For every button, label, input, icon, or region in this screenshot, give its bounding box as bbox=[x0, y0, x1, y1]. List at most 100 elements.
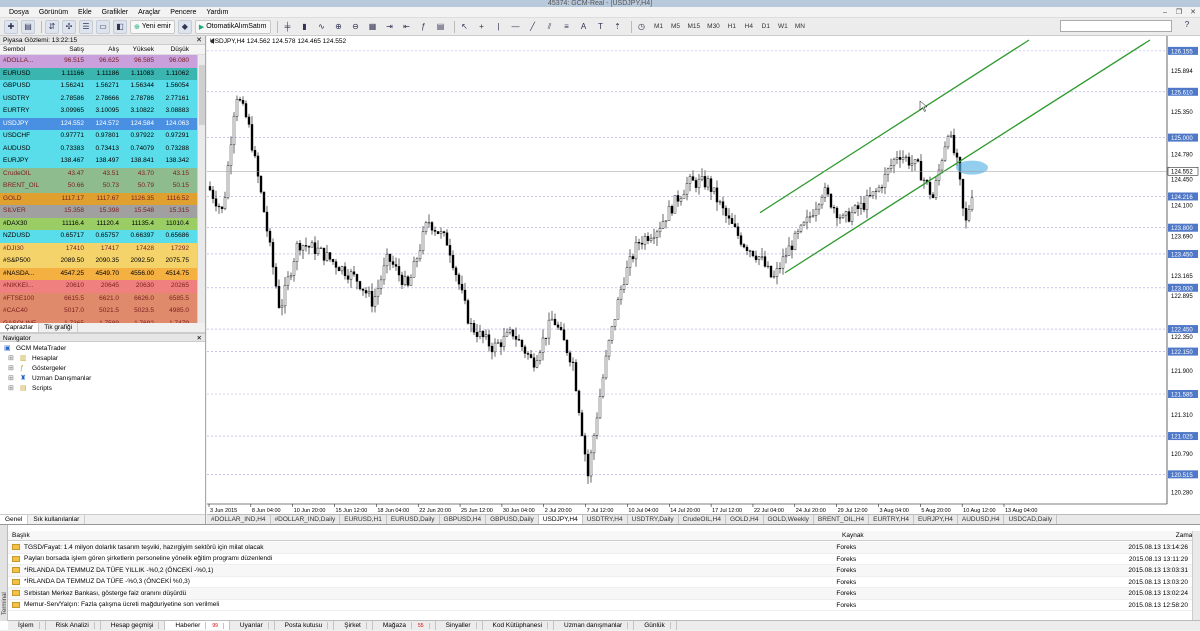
vertical-line-icon[interactable]: | bbox=[492, 20, 506, 34]
chart-tab[interactable]: GOLD,H4 bbox=[726, 515, 764, 524]
terminal-tab[interactable]: İşlem bbox=[8, 621, 46, 630]
help-icon[interactable]: ? bbox=[1180, 20, 1194, 32]
chart-tab[interactable]: BRENT_OIL,H4 bbox=[814, 515, 870, 524]
tab-general[interactable]: Genel bbox=[0, 515, 29, 524]
chart-tab[interactable]: AUDUSD,H4 bbox=[958, 515, 1005, 524]
col-time[interactable]: Zaman bbox=[1124, 531, 1200, 540]
news-row[interactable]: Payları borsada işlem gören şirketlerin … bbox=[8, 553, 1192, 565]
terminal-tab[interactable]: Mağaza 55 bbox=[373, 621, 436, 630]
tester-icon[interactable]: ◧ bbox=[113, 19, 127, 34]
news-row[interactable]: Memur-Sen/Yalçın: Fazla çalışma ücreti m… bbox=[8, 599, 1192, 611]
restore-icon[interactable]: ❐ bbox=[1172, 7, 1186, 18]
quote-row[interactable]: #DOLLA... 96.515 96.625 96.585 96.080 bbox=[0, 55, 205, 68]
expand-icon[interactable]: ⊞ bbox=[8, 375, 17, 383]
new-chart-icon[interactable]: ✚ bbox=[4, 19, 18, 34]
close-icon[interactable]: ✕ bbox=[197, 334, 202, 343]
quote-row[interactable]: USDTRY 2.78586 2.78666 2.78786 2.77161 bbox=[0, 92, 205, 105]
quote-row[interactable]: GASOLINE 1.7365 1.7589 1.7692 1.7479 bbox=[0, 317, 205, 323]
market-watch-scrollbar[interactable] bbox=[197, 55, 205, 323]
menu-window[interactable]: Pencere bbox=[170, 9, 196, 16]
nav-item-accounts[interactable]: ⊞ ▥ Hesaplar bbox=[4, 354, 201, 364]
nav-root[interactable]: ▣ GCM MetaTrader bbox=[4, 344, 201, 354]
quote-row[interactable]: EURTRY 3.09965 3.10095 3.10822 3.08883 bbox=[0, 105, 205, 118]
arrows-icon[interactable]: ⇡ bbox=[611, 20, 625, 34]
chart-tab[interactable]: EURTRY,H4 bbox=[869, 515, 914, 524]
nav-item-scripts[interactable]: ⊞ ▤ Scripts bbox=[4, 384, 201, 394]
zoom-out-icon[interactable]: ⊖ bbox=[349, 20, 363, 34]
tab-favorites[interactable]: Sık kullanılanlar bbox=[28, 515, 86, 524]
chart-tab[interactable]: GBPUSD,Daily bbox=[486, 515, 539, 524]
terminal-tab[interactable]: Posta kutusu bbox=[275, 621, 335, 630]
terminal-tab[interactable]: Şirket bbox=[334, 621, 373, 630]
col-low[interactable]: Düşük bbox=[157, 45, 192, 54]
chart-tab[interactable]: #DOLLAR_IND,H4 bbox=[207, 515, 271, 524]
expand-icon[interactable]: ⊞ bbox=[8, 355, 17, 363]
chart-tab[interactable]: EURUSD,H1 bbox=[340, 515, 387, 524]
horizontal-line-icon[interactable]: — bbox=[509, 20, 523, 34]
candlestick-icon[interactable]: ▮ bbox=[298, 20, 312, 34]
quote-row[interactable]: GBPUSD 1.56241 1.56271 1.56344 1.56054 bbox=[0, 80, 205, 93]
menu-tools[interactable]: Araçlar bbox=[138, 9, 160, 16]
data-window-icon[interactable]: ✣ bbox=[62, 19, 76, 34]
quote-row[interactable]: NZDUSD 0.65717 0.65757 0.66397 0.65686 bbox=[0, 230, 205, 243]
terminal-tab[interactable]: Hesap geçmişi bbox=[101, 621, 166, 630]
timeframe-m30[interactable]: M30 bbox=[705, 20, 722, 34]
market-watch-icon[interactable]: ⇵ bbox=[45, 19, 59, 34]
timeframe-d1[interactable]: D1 bbox=[759, 20, 773, 34]
quote-row[interactable]: USDCHF 0.97771 0.97801 0.97922 0.97291 bbox=[0, 130, 205, 143]
chart-tab[interactable]: USDJPY,H4 bbox=[538, 515, 583, 524]
trendline-icon[interactable]: ╱ bbox=[526, 20, 540, 34]
close-icon[interactable]: ✕ bbox=[1186, 7, 1200, 18]
new-order-button[interactable]: ⊕ Yeni emir bbox=[130, 19, 175, 34]
quote-row[interactable]: #NASDA... 4547.25 4549.70 4556.00 4514.75 bbox=[0, 267, 205, 280]
quote-row[interactable]: BRENT_OIL 50.66 50.73 50.79 50.15 bbox=[0, 180, 205, 193]
line-chart-icon[interactable]: ∿ bbox=[315, 20, 329, 34]
chart-tab[interactable]: #DOLLAR_IND,Daily bbox=[271, 515, 341, 524]
menu-file[interactable]: Dosya bbox=[9, 9, 29, 16]
terminal-tab[interactable]: Risk Analizi bbox=[46, 621, 101, 630]
indicators-icon[interactable]: ƒ bbox=[417, 20, 431, 34]
chart-tab[interactable]: EURJPY,H4 bbox=[914, 515, 958, 524]
scroll-thumb[interactable] bbox=[199, 65, 205, 125]
quote-row[interactable]: #DAX30 11116.4 11120.4 11135.4 11010.4 bbox=[0, 217, 205, 230]
timeframe-w1[interactable]: W1 bbox=[776, 20, 790, 34]
col-ask[interactable]: Alış bbox=[87, 45, 122, 54]
timeframe-m15[interactable]: M15 bbox=[686, 20, 703, 34]
menu-help[interactable]: Yardım bbox=[206, 9, 228, 16]
news-row[interactable]: Sırbistan Merkez Bankası, gösterge faiz … bbox=[8, 588, 1192, 600]
terminal-tab[interactable]: Günlük bbox=[634, 621, 677, 630]
close-icon[interactable]: ✕ bbox=[196, 36, 202, 45]
profiles-icon[interactable]: ▤ bbox=[21, 19, 35, 34]
terminal-scrollbar[interactable] bbox=[1192, 531, 1200, 621]
crosshair-icon[interactable]: + bbox=[475, 20, 489, 34]
news-row[interactable]: *İRLANDA DA TEMMUZ DA TÜFE -%0,3 (ÖNCEKİ… bbox=[8, 576, 1192, 588]
terminal-tab[interactable]: Uzman danışmanlar bbox=[554, 621, 635, 630]
bar-chart-icon[interactable]: ╪ bbox=[281, 20, 295, 34]
terminal-tab[interactable]: Haberler 99 bbox=[165, 621, 230, 630]
label-icon[interactable]: T bbox=[594, 20, 608, 34]
timeframe-h1[interactable]: H1 bbox=[725, 20, 739, 34]
quote-row[interactable]: AUDUSD 0.73383 0.73413 0.74079 0.73288 bbox=[0, 142, 205, 155]
quote-row[interactable]: EURJPY 138.467 138.497 138.841 138.342 bbox=[0, 155, 205, 168]
templates-icon[interactable]: ▤ bbox=[434, 20, 448, 34]
quote-row[interactable]: #NIKKEI... 20610 20645 20630 20265 bbox=[0, 280, 205, 293]
chart-shift-icon[interactable]: ⇤ bbox=[400, 20, 414, 34]
quote-row[interactable]: SILVER 15.358 15.398 15.548 15.315 bbox=[0, 205, 205, 218]
chart-tab[interactable]: USDTRY,Daily bbox=[628, 515, 679, 524]
timeframe-mn[interactable]: MN bbox=[793, 20, 807, 34]
search-input[interactable] bbox=[1060, 20, 1172, 32]
channel-icon[interactable]: ⫽ bbox=[543, 20, 557, 34]
minimize-icon[interactable]: – bbox=[1158, 7, 1172, 18]
chart-window[interactable]: 126.155 125.894 125.610 125.350 125.000 124.7… bbox=[207, 36, 1200, 524]
col-bid[interactable]: Satış bbox=[52, 45, 87, 54]
col-high[interactable]: Yüksek bbox=[122, 45, 157, 54]
quote-row[interactable]: #FTSE100 6615.5 6621.0 6626.0 6585.5 bbox=[0, 292, 205, 305]
news-row[interactable]: TGSD/Fayat: 1.4 milyon dolarlık tasarım … bbox=[8, 542, 1192, 554]
text-icon[interactable]: A bbox=[577, 20, 591, 34]
terminal-tab[interactable]: Sinyaller bbox=[436, 621, 483, 630]
navigator-icon[interactable]: ☰ bbox=[79, 19, 93, 34]
terminal-icon[interactable]: ▭ bbox=[96, 19, 110, 34]
tile-windows-icon[interactable]: ▦ bbox=[366, 20, 380, 34]
menu-view[interactable]: Görünüm bbox=[39, 9, 68, 16]
news-row[interactable]: *İRLANDA DA TEMMUZ DA TÜFE YILLIK -%0,2 … bbox=[8, 565, 1192, 577]
